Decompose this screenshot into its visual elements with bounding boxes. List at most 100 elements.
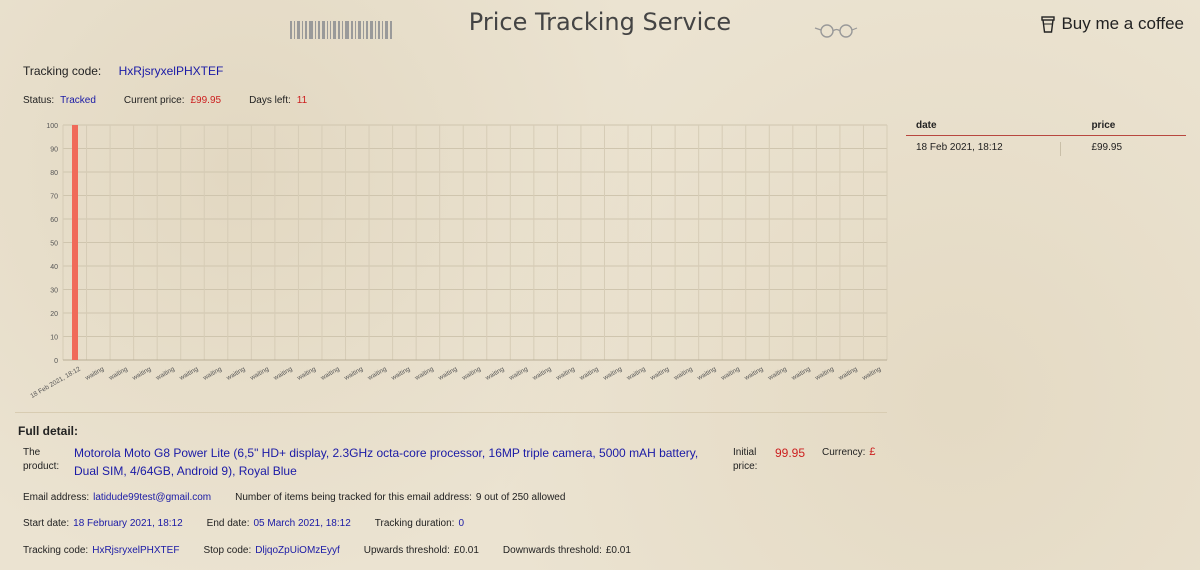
buy-me-a-coffee-link[interactable]: Buy me a coffee — [1041, 14, 1184, 34]
row-date: 18 Feb 2021, 18:12 — [916, 142, 1003, 153]
end-date-value: 05 March 2021, 18:12 — [253, 518, 351, 529]
y-tick-label: 80 — [50, 170, 58, 177]
items-tracked-value: 9 out of 250 allowed — [475, 492, 566, 503]
downwards-threshold-value: £0.01 — [605, 545, 631, 556]
tracking-code-row: Tracking code: HxRjsryxelPHXTEF — [23, 64, 223, 78]
upwards-threshold-label: Upwards threshold: — [363, 545, 450, 556]
x-tick-label: waiting — [531, 365, 553, 382]
days-left-label: Days left: — [249, 95, 291, 106]
date-header: date — [916, 120, 937, 131]
price-header: price — [1091, 120, 1116, 131]
tracking-duration-value: 0 — [458, 518, 465, 529]
x-tick-label: waiting — [272, 365, 294, 382]
row-price: £99.95 — [1060, 142, 1186, 156]
status-value: Tracked — [60, 95, 96, 106]
y-tick-label: 50 — [50, 241, 58, 248]
x-tick-label: waiting — [554, 365, 576, 382]
x-tick-label: waiting — [413, 365, 435, 382]
stop-code-label: Stop code: — [203, 545, 252, 556]
x-tick-label: waiting — [437, 365, 459, 382]
page-title: Price Tracking Service — [468, 8, 732, 36]
x-tick-label: waiting — [319, 365, 341, 382]
x-tick-label: waiting — [601, 365, 623, 382]
x-tick-label: waiting — [648, 365, 670, 382]
start-date-label: Start date: — [23, 518, 70, 529]
x-tick-label: waiting — [696, 365, 718, 382]
y-tick-label: 20 — [50, 311, 58, 318]
x-tick-label: waiting — [837, 365, 859, 382]
y-tick-label: 70 — [50, 194, 58, 201]
x-tick-label: waiting — [248, 365, 270, 382]
table-row: 18 Feb 2021, 18:12 £99.95 — [906, 136, 1186, 156]
x-tick-label: waiting — [83, 365, 105, 382]
x-tick-label: waiting — [766, 365, 788, 382]
x-tick-label: waiting — [389, 365, 411, 382]
glasses-icon — [814, 24, 858, 38]
x-tick-label: waiting — [131, 365, 153, 382]
y-tick-label: 40 — [50, 264, 58, 271]
price-history-table: date price 18 Feb 2021, 18:12 £99.95 — [906, 120, 1186, 156]
full-detail-heading: Full detail: — [18, 424, 78, 438]
x-tick-label: waiting — [672, 365, 694, 382]
codes-row: Tracking code: HxRjsryxelPHXTEF Stop code:… — [23, 545, 635, 556]
tracking-code-label: Tracking code: — [23, 64, 102, 78]
tracking-duration-label: Tracking duration: — [374, 518, 455, 529]
start-date-value: 18 February 2021, 18:12 — [73, 518, 183, 529]
x-tick-label: waiting — [719, 365, 741, 382]
downwards-threshold-label: Downwards threshold: — [502, 545, 602, 556]
end-date-label: End date: — [206, 518, 250, 529]
x-tick-label: waiting — [107, 365, 129, 382]
x-tick-label: waiting — [813, 365, 835, 382]
y-tick-label: 100 — [46, 123, 58, 130]
initial-price-label: Initial price: — [733, 447, 758, 472]
x-tick-label: 18 Feb 2021, 18:12 — [29, 365, 82, 399]
detail-tracking-code-label: Tracking code: — [23, 545, 89, 556]
email-row: Email address: latidude99test@gmail.com Nu… — [23, 492, 569, 503]
chart-bar — [72, 125, 78, 360]
x-tick-label: waiting — [790, 365, 812, 382]
x-tick-label: waiting — [625, 365, 647, 382]
stop-code-value: DljqoZpUiOMzEyyf — [255, 545, 340, 556]
x-tick-label: waiting — [578, 365, 600, 382]
y-tick-label: 30 — [50, 288, 58, 295]
x-tick-label: waiting — [201, 365, 223, 382]
x-tick-label: waiting — [178, 365, 200, 382]
x-tick-label: waiting — [507, 365, 529, 382]
currency-row: Currency: £ — [822, 446, 875, 458]
x-tick-label: waiting — [295, 365, 317, 382]
x-tick-label: waiting — [860, 365, 882, 382]
x-tick-label: waiting — [225, 365, 247, 382]
y-tick-label: 60 — [50, 217, 58, 224]
product-label: The product: — [23, 447, 60, 472]
y-tick-label: 90 — [50, 147, 58, 154]
coffee-label: Buy me a coffee — [1061, 14, 1184, 33]
current-price-value: £99.95 — [190, 95, 222, 106]
y-tick-label: 0 — [54, 358, 58, 365]
price-chart: 0 10 20 30 40 50 60 70 80 90 100 18 Feb 2021, 18:12… — [29, 123, 888, 400]
currency-value: £ — [869, 446, 876, 458]
upwards-threshold-value: £0.01 — [453, 545, 479, 556]
x-tick-label: waiting — [342, 365, 364, 382]
status-label: Status: — [23, 95, 55, 106]
items-tracked-label: Number of items being tracked for this e… — [235, 492, 472, 503]
currency-label: Currency: — [822, 447, 866, 458]
y-tick-label: 10 — [50, 335, 58, 342]
dates-row: Start date: 18 February 2021, 18:12 End da… — [23, 518, 468, 529]
x-tick-label: waiting — [154, 365, 176, 382]
status-row: Status: Tracked Current price: £99.95 Days l… — [23, 95, 313, 106]
table-header: date price — [906, 120, 1186, 136]
x-tick-label: waiting — [484, 365, 506, 382]
days-left-value: 11 — [296, 95, 308, 106]
coffee-cup-icon — [1041, 16, 1056, 33]
email-label: Email address: — [23, 492, 90, 503]
x-tick-label: waiting — [366, 365, 388, 382]
detail-tracking-code-value: HxRjsryxelPHXTEF — [92, 545, 180, 556]
tracking-code-value: HxRjsryxelPHXTEF — [118, 64, 224, 78]
email-value: latidude99test@gmail.com — [93, 492, 212, 503]
x-tick-label: waiting — [460, 365, 482, 382]
divider — [15, 412, 887, 413]
x-tick-label: waiting — [743, 365, 765, 382]
current-price-label: Current price: — [123, 95, 185, 106]
product-name: Motorola Moto G8 Power Lite (6,5" HD+ di… — [74, 446, 699, 478]
initial-price-value: 99.95 — [775, 446, 806, 460]
